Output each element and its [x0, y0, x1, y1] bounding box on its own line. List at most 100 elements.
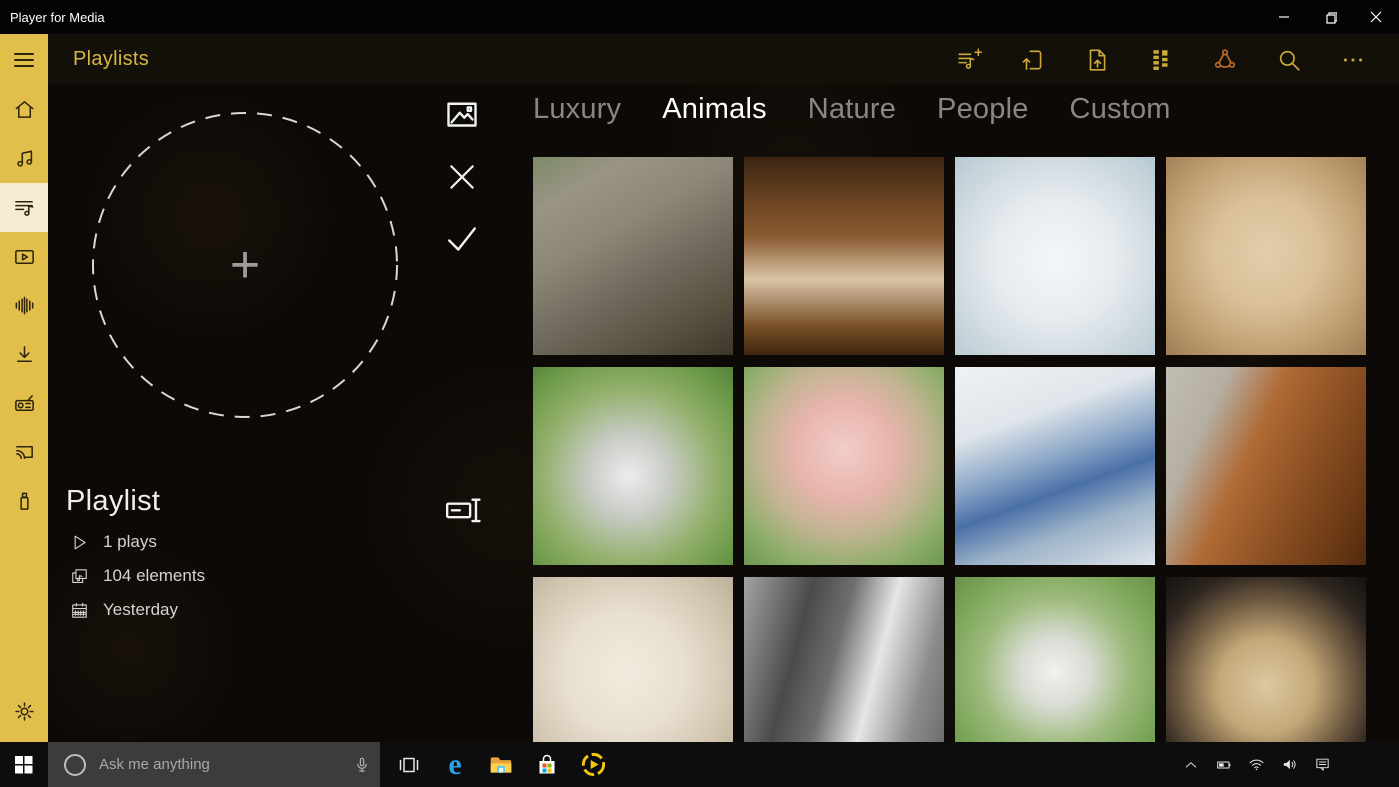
import-icon: [1020, 47, 1046, 73]
search-icon: [1276, 47, 1302, 73]
sidebar-item-usb[interactable]: [0, 477, 48, 526]
file-explorer-button[interactable]: [478, 742, 524, 787]
sidebar-item-music[interactable]: [0, 134, 48, 183]
tab-luxury[interactable]: Luxury: [533, 93, 621, 126]
taskbar-apps: e: [386, 742, 616, 787]
sidebar: [0, 34, 48, 742]
grid-image-blue-jay[interactable]: [955, 367, 1155, 565]
sidebar-item-playlists[interactable]: [0, 183, 48, 232]
music-notes-icon: [13, 147, 36, 170]
sidebar-item-settings[interactable]: [0, 687, 48, 736]
player-for-media-window: Player for Media: [0, 0, 1399, 787]
taskbar: e: [0, 742, 1399, 787]
edge-browser-button[interactable]: e: [432, 742, 478, 787]
grid-image-husky-puppy[interactable]: [533, 367, 733, 565]
import-playlist-button[interactable]: [1001, 34, 1065, 85]
sidebar-item-home[interactable]: [0, 85, 48, 134]
show-hidden-icons-button[interactable]: [1174, 742, 1207, 787]
volume-button[interactable]: [1273, 742, 1306, 787]
share-button[interactable]: [1193, 34, 1257, 85]
tab-animals[interactable]: Animals: [662, 93, 767, 126]
sidebar-item-downloads[interactable]: [0, 330, 48, 379]
tab-people[interactable]: People: [937, 93, 1029, 126]
search-button[interactable]: [1257, 34, 1321, 85]
home-icon: [13, 98, 36, 121]
tiles-icon: [1148, 47, 1174, 73]
search-input[interactable]: [99, 756, 344, 773]
elements-icon: [70, 567, 89, 586]
maximize-button[interactable]: [1307, 0, 1353, 34]
grid-image-chestnut-horse[interactable]: [1166, 367, 1366, 565]
add-file-button[interactable]: [1065, 34, 1129, 85]
grid-image-piglet[interactable]: [744, 367, 944, 565]
more-icon: [1340, 47, 1366, 73]
add-playlist-button[interactable]: [937, 34, 1001, 85]
start-button[interactable]: [0, 742, 48, 787]
sidebar-item-videos[interactable]: [0, 232, 48, 281]
playlist-cover-dropzone[interactable]: [90, 110, 400, 420]
speaker-icon: [1280, 756, 1299, 773]
grid-image-tabby-cat-with-kitten[interactable]: [533, 157, 733, 355]
rename-playlist-button[interactable]: [444, 491, 482, 529]
cortana-icon: [64, 754, 86, 776]
set-cover-image-button[interactable]: [444, 97, 480, 133]
share-icon: [1212, 47, 1238, 73]
battery-button[interactable]: [1207, 742, 1240, 787]
wifi-icon: [1247, 756, 1266, 773]
close-icon: [1370, 11, 1382, 23]
player-for-media-taskbar-button[interactable]: [570, 742, 616, 787]
hamburger-button[interactable]: [0, 34, 48, 85]
grid-image-french-bulldog[interactable]: [1166, 157, 1366, 355]
player-app-icon: [580, 751, 607, 778]
playlist-icon: [13, 196, 36, 219]
microphone-icon: [353, 755, 371, 775]
download-icon: [13, 343, 36, 366]
category-tabs: Luxury Animals Nature People Custom: [533, 93, 1171, 126]
cortana-search-box[interactable]: [48, 742, 380, 787]
add-playlist-icon: [956, 46, 983, 73]
minimize-button[interactable]: [1261, 0, 1307, 34]
tiles-view-button[interactable]: [1129, 34, 1193, 85]
sidebar-item-cast[interactable]: [0, 428, 48, 477]
sidebar-item-radio[interactable]: [0, 379, 48, 428]
rename-icon: [444, 491, 482, 529]
wifi-button[interactable]: [1240, 742, 1273, 787]
sidebar-item-equalizer[interactable]: [0, 281, 48, 330]
page-title: Playlists: [73, 48, 149, 71]
battery-icon: [1214, 757, 1234, 773]
restore-icon: [1324, 11, 1337, 24]
video-player-icon: [13, 245, 36, 268]
close-button[interactable]: [1353, 0, 1399, 34]
confirm-button[interactable]: [444, 221, 480, 257]
minimize-icon: [1278, 11, 1290, 23]
more-button[interactable]: [1321, 34, 1385, 85]
playlist-stat-plays: 1 plays: [66, 532, 486, 552]
microphone-button[interactable]: [344, 742, 380, 787]
usb-drive-icon: [13, 490, 36, 513]
tab-nature[interactable]: Nature: [808, 93, 896, 126]
task-view-button[interactable]: [386, 742, 432, 787]
image-grid: [533, 157, 1378, 742]
tab-custom[interactable]: Custom: [1070, 93, 1171, 126]
calendar-icon: [70, 601, 89, 620]
cancel-button[interactable]: [444, 159, 480, 195]
command-bar: [937, 34, 1385, 85]
cast-icon: [13, 441, 36, 464]
editor-actions: [444, 97, 480, 283]
date-label: Yesterday: [103, 600, 178, 620]
grid-image-pug-closeup[interactable]: [1166, 577, 1366, 742]
action-center-button[interactable]: [1306, 742, 1339, 787]
checkmark-icon: [444, 221, 480, 257]
grid-image-white-maltese-puppy[interactable]: [955, 157, 1155, 355]
image-icon: [444, 97, 480, 133]
edge-icon: e: [448, 750, 461, 780]
grid-image-hamster-on-swing[interactable]: [955, 577, 1155, 742]
grid-image-cavalier-spaniel-puppy[interactable]: [744, 157, 944, 355]
action-center-icon: [1313, 756, 1332, 773]
microsoft-store-button[interactable]: [524, 742, 570, 787]
gear-icon: [13, 700, 36, 723]
content-area: + Playlist 1 plays 104 elements: [48, 85, 1399, 742]
grid-image-upside-down-kitten[interactable]: [533, 577, 733, 742]
grid-image-white-horse[interactable]: [744, 577, 944, 742]
folder-icon: [488, 752, 514, 778]
